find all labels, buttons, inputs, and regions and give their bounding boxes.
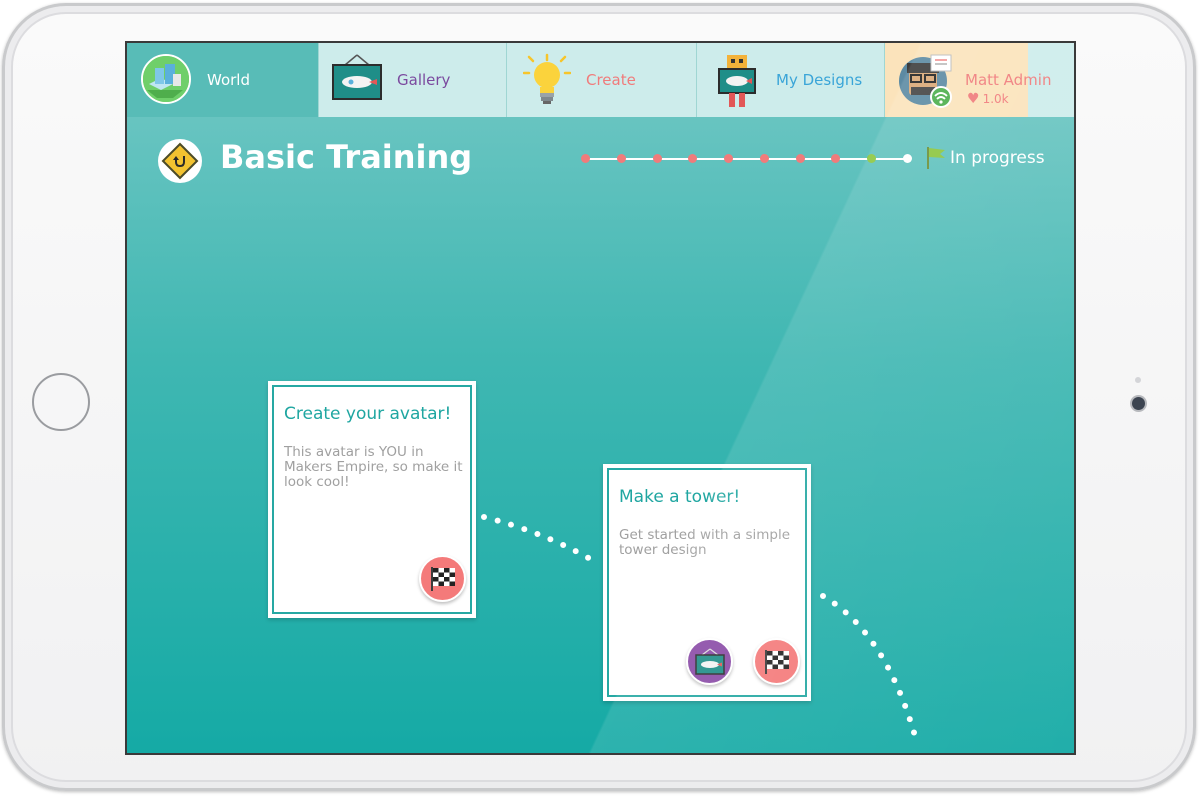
tab-world-label: World (207, 71, 250, 89)
tab-profile[interactable]: Matt Admin ♥ 1.0k (884, 43, 1074, 117)
likes-count: 1.0k (982, 92, 1009, 106)
progress-step (759, 154, 769, 163)
card-description: This avatar is YOU in Makers Empire, so … (284, 444, 463, 490)
training-progress (581, 151, 912, 167)
progress-step (903, 154, 912, 163)
profile-likes: ♥ 1.0k (967, 91, 1009, 107)
gallery-icon (694, 648, 725, 675)
proximity-sensor (1135, 377, 1141, 383)
tab-gallery[interactable]: Gallery (318, 43, 506, 117)
lightbulb-icon (522, 53, 572, 107)
card-border: Create your avatar! This avatar is YOU i… (272, 385, 472, 614)
gallery-icon (331, 51, 383, 107)
gallery-badge[interactable] (686, 638, 733, 685)
tab-create-label: Create (586, 71, 636, 89)
progress-step (831, 154, 841, 163)
home-button[interactable] (32, 373, 90, 431)
flag-icon (925, 145, 947, 171)
profile-name: Matt Admin (965, 71, 1052, 89)
back-button[interactable] (158, 139, 202, 183)
tab-gallery-label: Gallery (397, 71, 451, 89)
tab-my-designs-label: My Designs (776, 71, 863, 89)
status-text: In progress (950, 148, 1045, 168)
card-description: Get started with a simple tower design (619, 527, 791, 558)
progress-step (581, 154, 590, 163)
challenge-card-avatar[interactable]: Create your avatar! This avatar is YOU i… (268, 381, 476, 618)
avatar (897, 53, 955, 109)
progress-step (688, 154, 698, 163)
progress-step (795, 154, 805, 163)
tab-world[interactable]: World (127, 43, 318, 117)
finish-badge[interactable] (419, 555, 466, 602)
checkered-flag-icon (764, 649, 789, 674)
challenge-card-tower[interactable]: Make a tower! Get started with a simple … (603, 464, 811, 701)
card-title: Create your avatar! (284, 404, 452, 424)
page-title: Basic Training (220, 138, 473, 176)
progress-track (582, 158, 908, 160)
world-icon (141, 54, 191, 104)
checkered-flag-icon (430, 566, 455, 591)
camera-lens (1132, 397, 1145, 410)
tab-my-designs[interactable]: My Designs (696, 43, 884, 117)
card-title: Make a tower! (619, 487, 741, 507)
u-turn-sign-icon (161, 142, 199, 180)
app-screen: World Gallery Create My Designs Matt Adm… (125, 41, 1076, 755)
main-nav: World Gallery Create My Designs Matt Adm… (127, 43, 1074, 117)
progress-step (616, 154, 626, 163)
progress-step (867, 154, 877, 163)
finish-badge[interactable] (753, 638, 800, 685)
tab-create[interactable]: Create (506, 43, 696, 117)
heart-icon: ♥ (967, 91, 980, 107)
card-border: Make a tower! Get started with a simple … (607, 468, 807, 697)
progress-step (724, 154, 734, 163)
progress-step (652, 154, 662, 163)
robot-icon (715, 53, 759, 111)
